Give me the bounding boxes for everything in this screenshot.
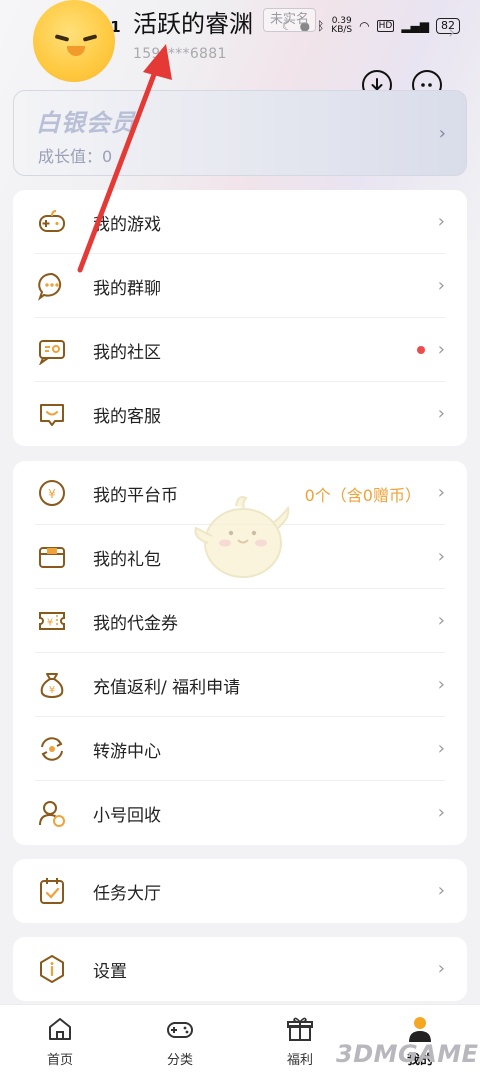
coin-balance: 0个（含0赠币） (304, 486, 421, 505)
watermark-text: 3DMGAME (336, 1040, 479, 1068)
menu-item-vouchers[interactable]: ¥ 我的代金券 › (13, 589, 467, 653)
tab-label: 分类 (166, 1053, 193, 1068)
svg-text:¥: ¥ (48, 487, 56, 501)
menu-group-1: 我的游戏 › 我的群聊 › 我的社区 › 我的客服 › (13, 190, 467, 446)
menu-item-label: 任务大厅 (93, 884, 161, 904)
menu-item-account-recycle[interactable]: 小号回收 › (13, 781, 467, 845)
chevron-right-icon: › (437, 674, 445, 695)
customer-service-icon (40, 404, 64, 426)
svg-text:¥: ¥ (47, 618, 53, 629)
chevron-right-icon: › (437, 958, 445, 979)
message-dots-icon (421, 83, 432, 87)
menu-item-customer-service[interactable]: 我的客服 › (13, 382, 467, 446)
community-icon (39, 340, 65, 365)
gamepad-icon (39, 210, 65, 232)
realname-tag[interactable]: 未实名 (263, 8, 317, 32)
chevron-right-icon: › (437, 610, 445, 631)
menu-item-label: 我的客服 (93, 407, 161, 427)
hd-icon: HD (376, 20, 395, 32)
voucher-icon: ¥ (39, 612, 65, 630)
task-icon (40, 878, 64, 904)
money-bag-icon: ¥ (40, 673, 64, 699)
gift-card-icon (39, 547, 65, 568)
chevron-right-icon: › (437, 738, 445, 759)
menu-item-recharge-rebate[interactable]: ¥ 充值返利/ 福利申请 › (13, 653, 467, 717)
chevron-right-icon: › (437, 403, 445, 424)
chevron-right-icon: › (437, 880, 445, 901)
menu-item-settings[interactable]: 设置 › (13, 937, 467, 1001)
profile-chevron-icon[interactable]: › (448, 22, 455, 43)
phone-number: 159****6881 (133, 46, 227, 62)
menu-item-label: 我的礼包 (93, 550, 161, 570)
notification-dot (417, 346, 425, 354)
chick-sticker-image (194, 496, 290, 578)
menu-item-label: 小号回收 (93, 806, 161, 826)
growth-value: 成长值：0 (38, 147, 113, 166)
member-card[interactable]: 白银会员 成长值：0 › (13, 90, 467, 176)
tab-label: 首页 (46, 1053, 73, 1068)
menu-item-my-community[interactable]: 我的社区 › (13, 318, 467, 382)
menu-item-my-group-chat[interactable]: 我的群聊 › (13, 254, 467, 318)
menu-item-label: 充值返利/ 福利申请 (93, 678, 241, 698)
chevron-right-icon: › (437, 802, 445, 823)
menu-group-3: 任务大厅 › (13, 859, 467, 923)
username[interactable]: 活跃的睿渊 (133, 4, 253, 39)
coin-icon: ¥ (39, 480, 65, 506)
menu-item-label: 我的代金券 (93, 614, 178, 634)
menu-item-label: 我的游戏 (93, 215, 161, 235)
tab-home[interactable]: 首页 (0, 1005, 120, 1073)
avatar-eye (82, 34, 98, 42)
avatar-eye (54, 34, 70, 42)
menu-item-task-hall[interactable]: 任务大厅 › (13, 859, 467, 923)
category-gamepad-icon (167, 1022, 193, 1038)
profile-icon (409, 1017, 431, 1042)
menu-item-label: 我的平台币 (93, 486, 178, 506)
chevron-right-icon: › (437, 211, 445, 232)
settings-icon (40, 955, 64, 983)
svg-text:¥: ¥ (49, 685, 55, 696)
network-speed: 0.39 KB/S (331, 16, 353, 35)
signal-icon: ▂▄▆ (401, 19, 429, 33)
home-icon (49, 1018, 71, 1040)
menu-item-label: 转游中心 (93, 742, 161, 762)
member-level-title: 白银会员 (36, 109, 136, 137)
chevron-right-icon: › (437, 275, 445, 296)
user-recycle-icon (39, 801, 65, 827)
wifi-icon: ◠ (359, 19, 370, 33)
menu-item-my-games[interactable]: 我的游戏 › (13, 190, 467, 254)
menu-group-4: 设置 › (13, 937, 467, 1001)
menu-item-label: 我的社区 (93, 343, 161, 363)
chevron-right-icon: › (437, 546, 445, 567)
bluetooth-icon: ᛒ (317, 19, 325, 33)
transfer-icon (41, 737, 63, 761)
chevron-right-icon: › (437, 482, 445, 503)
member-chevron-icon: › (438, 123, 446, 144)
chat-bubble-icon (38, 272, 62, 301)
gift-icon (287, 1017, 313, 1041)
tab-category[interactable]: 分类 (120, 1005, 240, 1073)
menu-item-transfer-center[interactable]: 转游中心 › (13, 717, 467, 781)
chevron-right-icon: › (437, 339, 445, 360)
menu-item-label: 我的群聊 (93, 279, 161, 299)
avatar[interactable] (33, 0, 115, 82)
menu-item-label: 设置 (93, 962, 127, 982)
avatar-beak (67, 46, 85, 56)
